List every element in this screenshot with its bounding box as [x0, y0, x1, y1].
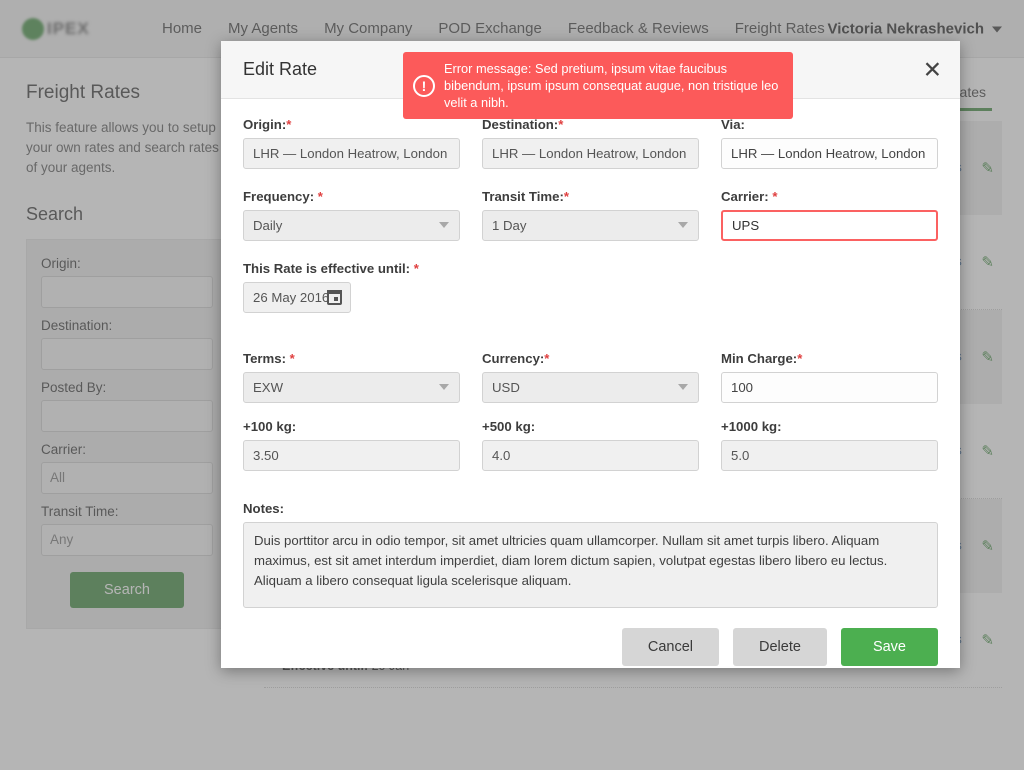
- via-label: Via:: [721, 117, 745, 132]
- form-row-locations: Origin:* LHR — London Heatrow, London De…: [243, 117, 938, 169]
- edit-rate-dialog: Edit Rate ! Error message: Sed pretium, …: [221, 41, 960, 668]
- cancel-button[interactable]: Cancel: [621, 628, 720, 666]
- notes-label: Notes:: [243, 501, 285, 516]
- required-asterisk: *: [544, 351, 550, 366]
- currency-value: USD: [492, 380, 520, 395]
- field-carrier: Carrier: * UPS: [721, 189, 938, 241]
- alert-circle-icon: !: [413, 74, 435, 97]
- field-notes: Notes: Duis porttitor arcu in odio tempo…: [243, 501, 938, 608]
- save-button[interactable]: Save: [840, 628, 938, 666]
- form-row-effective: This Rate is effective until: * 26 May 2…: [243, 261, 938, 313]
- required-asterisk: *: [558, 117, 564, 132]
- frequency-label: Frequency: *: [243, 189, 323, 204]
- error-message-text: Error message: Sed pretium, ipsum vitae …: [444, 61, 779, 110]
- kg500-input[interactable]: 4.0: [482, 440, 699, 471]
- transit-time-value: 1 Day: [492, 218, 527, 233]
- calendar-icon[interactable]: [327, 290, 342, 305]
- kg100-input[interactable]: 3.50: [243, 440, 460, 471]
- form-row-weight-brackets: +100 kg: 3.50 +500 kg: 4.0 +1000 kg: 5.0: [243, 419, 938, 471]
- currency-label: Currency:*: [482, 351, 550, 366]
- form-row-terms: Terms: * EXW Currency:* USD Min Charge:*…: [243, 351, 938, 403]
- carrier-label: Carrier: *: [721, 189, 778, 204]
- destination-label: Destination:*: [482, 117, 564, 132]
- kg100-label: +100 kg:: [243, 419, 297, 434]
- frequency-value: Daily: [253, 218, 283, 233]
- required-asterisk: *: [772, 189, 778, 204]
- form-row-schedule: Frequency: * Daily Transit Time:* 1 Day …: [243, 189, 938, 241]
- field-kg1000: +1000 kg: 5.0: [721, 419, 938, 471]
- frequency-select[interactable]: Daily: [243, 210, 460, 241]
- effective-until-label: This Rate is effective until: *: [243, 261, 419, 276]
- spacer-col: [721, 261, 938, 313]
- field-via: Via: LHR — London Heatrow, London: [721, 117, 938, 169]
- kg1000-label: +1000 kg:: [721, 419, 782, 434]
- effective-until-value: 26 May 2016: [253, 290, 330, 305]
- min-charge-input[interactable]: 100: [721, 372, 938, 403]
- field-frequency: Frequency: * Daily: [243, 189, 460, 241]
- chevron-down-icon: [678, 222, 688, 228]
- field-transit-time: Transit Time:* 1 Day: [482, 189, 699, 241]
- field-destination: Destination:* LHR — London Heatrow, Lond…: [482, 117, 699, 169]
- required-asterisk: *: [413, 261, 419, 276]
- kg500-label: +500 kg:: [482, 419, 536, 434]
- field-currency: Currency:* USD: [482, 351, 699, 403]
- dialog-title: Edit Rate: [243, 59, 318, 79]
- field-kg100: +100 kg: 3.50: [243, 419, 460, 471]
- spacer-col: [482, 261, 699, 313]
- required-asterisk: *: [317, 189, 323, 204]
- notes-textarea[interactable]: Duis porttitor arcu in odio tempor, sit …: [243, 522, 938, 608]
- terms-value: EXW: [253, 380, 284, 395]
- required-asterisk: *: [563, 189, 569, 204]
- dialog-body: Origin:* LHR — London Heatrow, London De…: [221, 99, 960, 608]
- field-effective-until: This Rate is effective until: * 26 May 2…: [243, 261, 460, 313]
- origin-input[interactable]: LHR — London Heatrow, London: [243, 138, 460, 169]
- via-input[interactable]: LHR — London Heatrow, London: [721, 138, 938, 169]
- required-asterisk: *: [286, 117, 292, 132]
- currency-select[interactable]: USD: [482, 372, 699, 403]
- field-kg500: +500 kg: 4.0: [482, 419, 699, 471]
- terms-select[interactable]: EXW: [243, 372, 460, 403]
- dialog-footer: Cancel Delete Save: [221, 608, 960, 666]
- kg1000-input[interactable]: 5.0: [721, 440, 938, 471]
- field-min-charge: Min Charge:* 100: [721, 351, 938, 403]
- chevron-down-icon: [439, 384, 449, 390]
- required-asterisk: *: [797, 351, 803, 366]
- chevron-down-icon: [678, 384, 688, 390]
- min-charge-label: Min Charge:*: [721, 351, 803, 366]
- terms-label: Terms: *: [243, 351, 295, 366]
- chevron-down-icon: [439, 222, 449, 228]
- carrier-input[interactable]: UPS: [721, 210, 938, 241]
- error-banner: ! Error message: Sed pretium, ipsum vita…: [403, 52, 793, 119]
- delete-button[interactable]: Delete: [733, 628, 827, 666]
- transit-time-label: Transit Time:*: [482, 189, 569, 204]
- transit-time-select[interactable]: 1 Day: [482, 210, 699, 241]
- required-asterisk: *: [289, 351, 295, 366]
- close-icon[interactable]: ✕: [923, 58, 942, 81]
- field-terms: Terms: * EXW: [243, 351, 460, 403]
- origin-label: Origin:*: [243, 117, 292, 132]
- field-origin: Origin:* LHR — London Heatrow, London: [243, 117, 460, 169]
- dialog-header: Edit Rate ! Error message: Sed pretium, …: [221, 41, 960, 119]
- effective-until-datepicker[interactable]: 26 May 2016: [243, 282, 351, 313]
- destination-input[interactable]: LHR — London Heatrow, London: [482, 138, 699, 169]
